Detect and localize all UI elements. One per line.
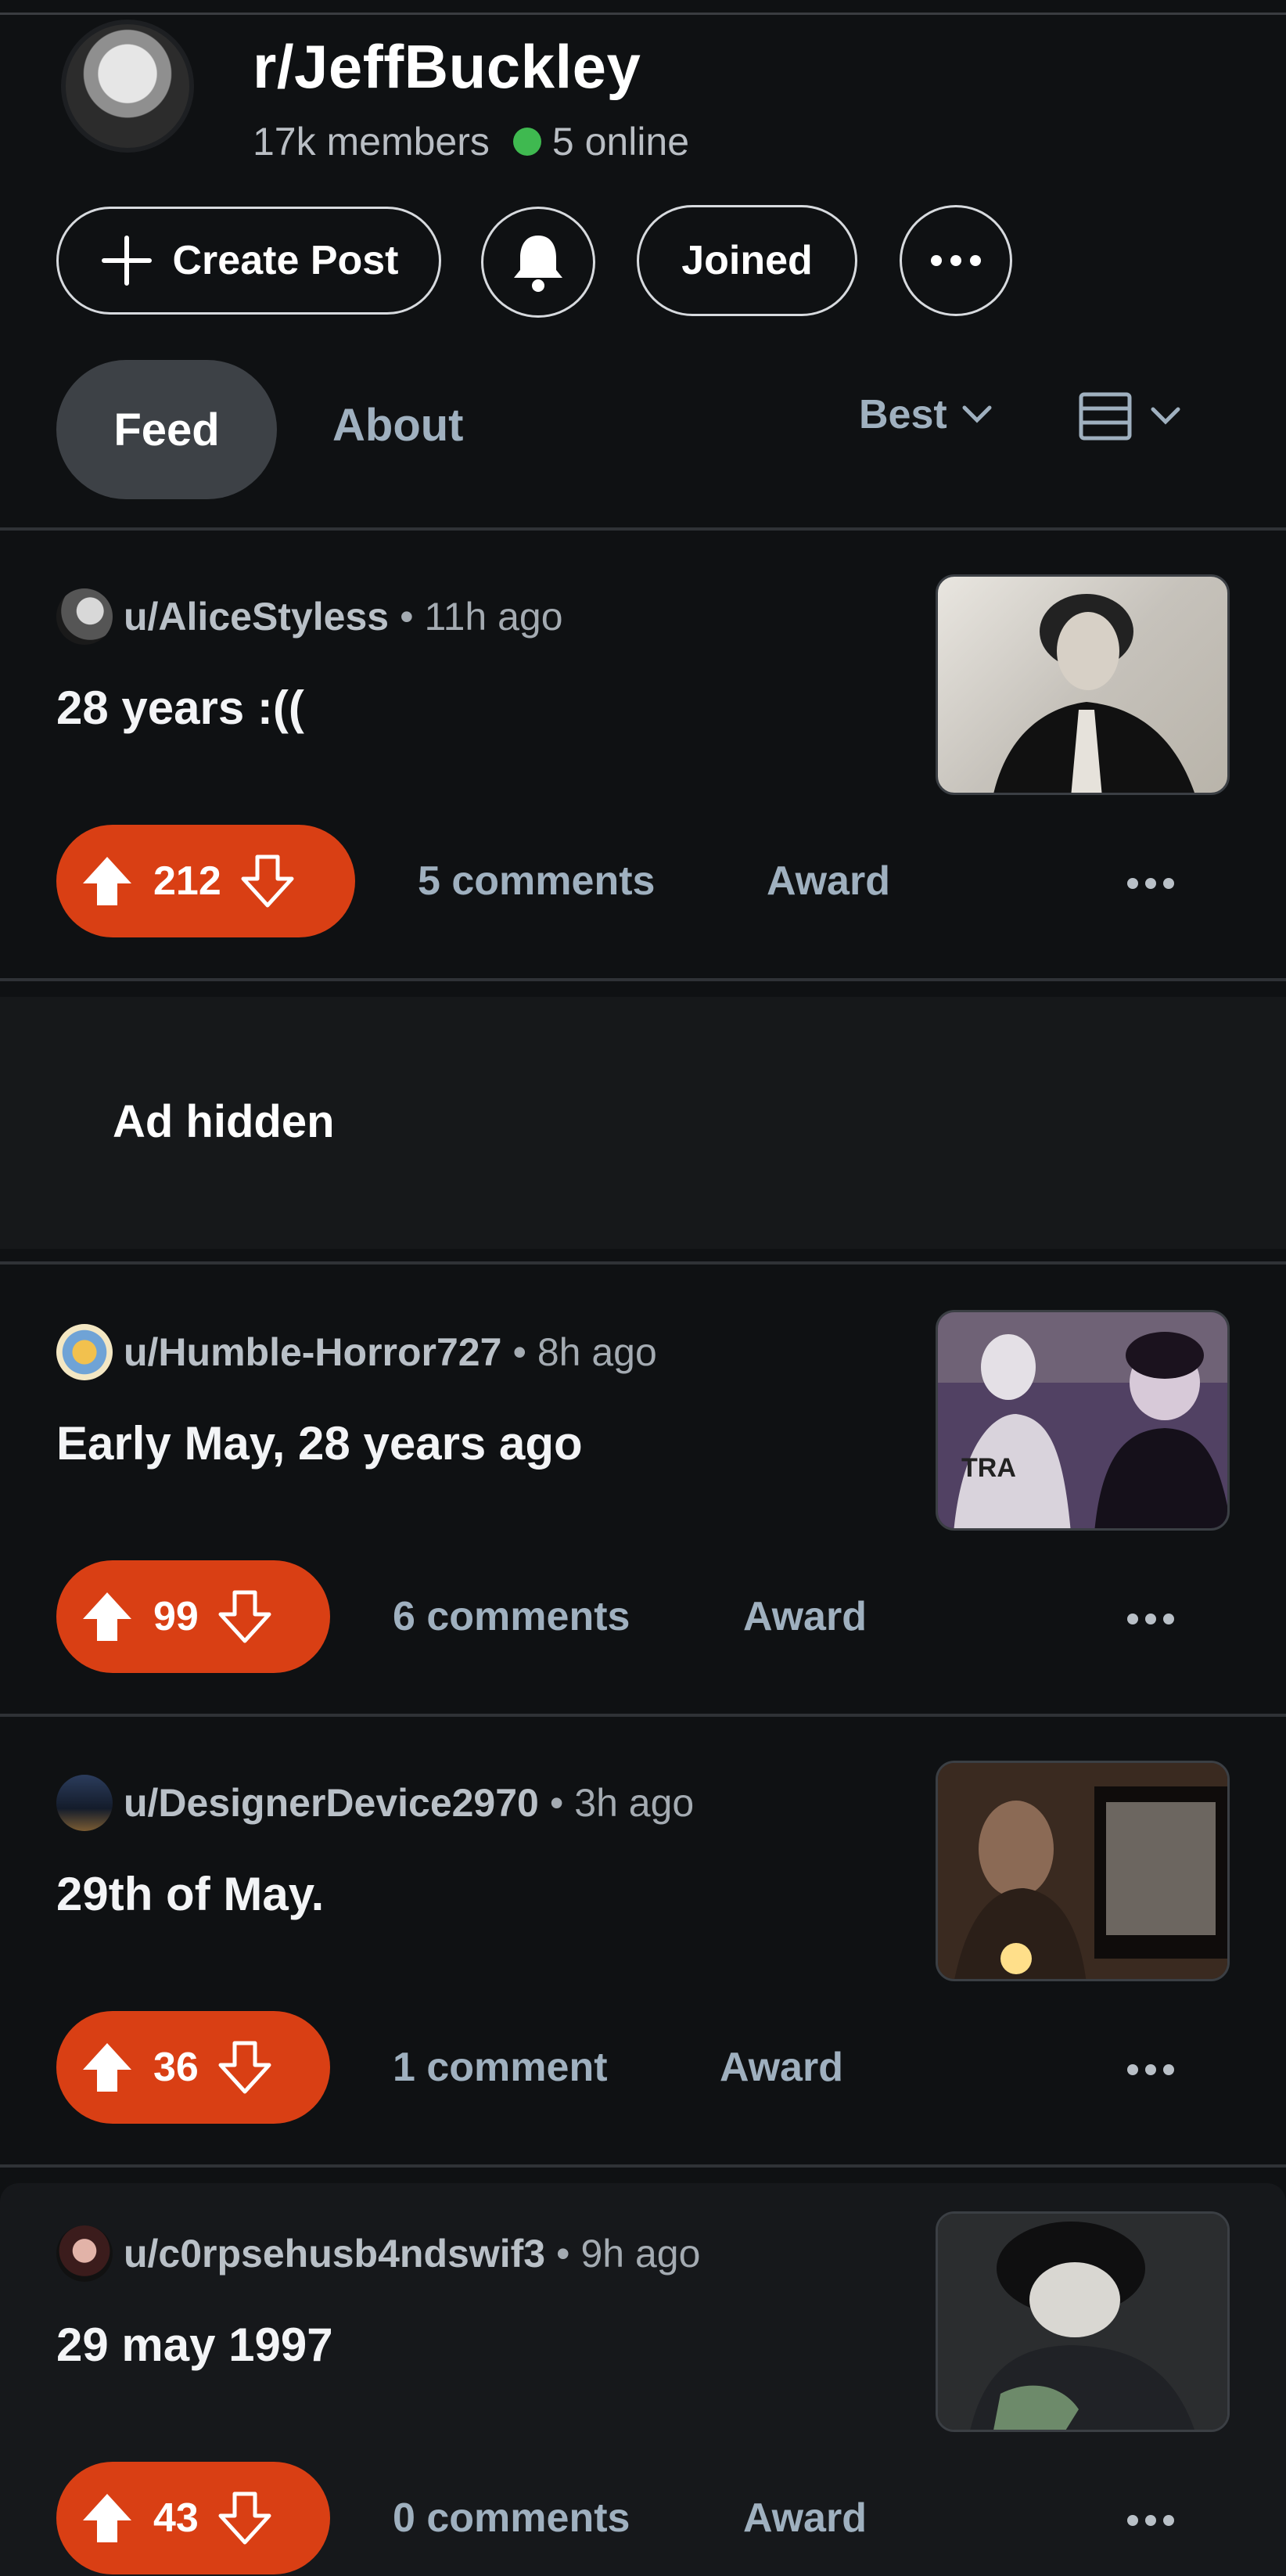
- subreddit-avatar[interactable]: [61, 20, 194, 153]
- ad-block: Ad hidden: [0, 997, 1286, 1249]
- more-dots-icon: [1127, 2515, 1174, 2526]
- create-post-label: Create Post: [172, 238, 399, 283]
- downvote-icon[interactable]: [217, 2040, 272, 2095]
- upvote-icon[interactable]: [80, 2040, 135, 2095]
- post-time: • 9h ago: [556, 2232, 701, 2276]
- online-dot-icon: [512, 128, 541, 156]
- post-thumbnail[interactable]: [936, 1761, 1230, 1981]
- post-title[interactable]: Early May, 28 years ago: [56, 1416, 583, 1470]
- chevron-down-icon: [1151, 407, 1180, 425]
- post-author[interactable]: u/DesignerDevice2970: [124, 1780, 539, 1826]
- post-author[interactable]: u/Humble-Horror727: [124, 1329, 501, 1375]
- comments-button[interactable]: 1 comment: [393, 2044, 608, 2091]
- post-author-row[interactable]: u/Humble-Horror727 • 8h ago: [56, 1324, 657, 1380]
- vote-count: 99: [153, 1594, 199, 1639]
- post-time: • 3h ago: [549, 1781, 695, 1825]
- subreddit-meta: 17k members 5 online: [253, 119, 689, 164]
- comments-button[interactable]: 0 comments: [393, 2495, 630, 2542]
- award-button[interactable]: Award: [767, 858, 890, 905]
- chevron-down-icon: [962, 405, 992, 423]
- comments-button[interactable]: 6 comments: [393, 1593, 630, 1640]
- award-button[interactable]: Award: [743, 2495, 867, 2542]
- more-dots-icon: [931, 255, 981, 266]
- post-divider: [0, 1261, 1286, 1265]
- post-title[interactable]: 28 years :((: [56, 681, 304, 735]
- post-divider: [0, 1714, 1286, 1717]
- more-dots-icon: [1127, 878, 1174, 889]
- joined-label: Joined: [681, 238, 813, 283]
- downvote-icon[interactable]: [240, 854, 295, 908]
- post-more-button[interactable]: [1126, 2485, 1175, 2539]
- post-divider: [0, 2164, 1286, 2168]
- photo-image: [938, 2214, 1227, 2430]
- user-avatar[interactable]: [56, 1775, 113, 1831]
- upvote-icon[interactable]: [80, 2491, 135, 2545]
- downvote-icon[interactable]: [217, 2491, 272, 2545]
- post-time: • 11h ago: [400, 595, 563, 639]
- post-title[interactable]: 29th of May.: [56, 1867, 324, 1921]
- header-divider: [0, 527, 1286, 531]
- vote-control[interactable]: 99: [56, 1560, 330, 1673]
- create-post-button[interactable]: Create Post: [56, 207, 441, 315]
- tab-about[interactable]: About: [332, 399, 464, 452]
- photo-image: [938, 1763, 1227, 1979]
- post-more-button[interactable]: [1126, 2035, 1175, 2089]
- ad-hidden-label: Ad hidden: [113, 1096, 335, 1147]
- online-count: 5 online: [551, 120, 690, 164]
- bell-icon: [514, 236, 562, 292]
- view-toggle[interactable]: [1078, 391, 1183, 441]
- member-count: 17k members: [253, 120, 490, 164]
- post-thumbnail[interactable]: [936, 574, 1230, 795]
- more-options-button[interactable]: [900, 205, 1012, 316]
- more-dots-icon: [1127, 2064, 1174, 2075]
- more-dots-icon: [1127, 1614, 1174, 1624]
- post-author[interactable]: u/AliceStyless: [124, 594, 389, 639]
- vote-control[interactable]: 43: [56, 2462, 330, 2574]
- vote-control[interactable]: 212: [56, 825, 355, 937]
- top-border: [0, 13, 1286, 15]
- award-button[interactable]: Award: [743, 1593, 867, 1640]
- vote-count: 43: [153, 2495, 199, 2541]
- downvote-icon[interactable]: [217, 1589, 272, 1644]
- post-author[interactable]: u/c0rpsehusb4ndswif3: [124, 2231, 545, 2276]
- upvote-icon[interactable]: [80, 854, 135, 908]
- post-thumbnail[interactable]: TRA: [936, 1310, 1230, 1531]
- comments-button[interactable]: 5 comments: [418, 858, 655, 905]
- photo-image: [993, 594, 1194, 793]
- photo-image: TRA: [938, 1312, 1227, 1528]
- vote-control[interactable]: 36: [56, 2011, 330, 2124]
- post-more-button[interactable]: [1126, 1584, 1175, 1638]
- user-avatar[interactable]: [56, 1324, 113, 1380]
- vote-count: 212: [153, 858, 221, 904]
- post-author-row[interactable]: u/AliceStyless • 11h ago: [56, 588, 563, 645]
- user-avatar[interactable]: [56, 2225, 113, 2282]
- post-thumbnail[interactable]: [936, 2211, 1230, 2432]
- notification-bell-button[interactable]: [481, 207, 595, 318]
- post-time: • 8h ago: [512, 1330, 657, 1374]
- svg-text:TRA: TRA: [961, 1453, 1016, 1483]
- post-author-row[interactable]: u/c0rpsehusb4ndswif3 • 9h ago: [56, 2225, 700, 2282]
- post-more-button[interactable]: [1126, 848, 1175, 902]
- tab-feed[interactable]: Feed: [56, 360, 277, 499]
- post-divider: [0, 978, 1286, 981]
- award-button[interactable]: Award: [720, 2044, 843, 2091]
- post-title[interactable]: 29 may 1997: [56, 2318, 333, 2372]
- plus-icon: [101, 236, 152, 286]
- subreddit-name: r/JeffBuckley: [253, 32, 641, 101]
- user-avatar[interactable]: [56, 588, 113, 645]
- sort-label: Best: [859, 392, 947, 437]
- joined-button[interactable]: Joined: [637, 205, 857, 316]
- vote-count: 36: [153, 2045, 199, 2090]
- upvote-icon[interactable]: [80, 1589, 135, 1644]
- post-author-row[interactable]: u/DesignerDevice2970 • 3h ago: [56, 1775, 694, 1831]
- sort-dropdown[interactable]: Best: [859, 391, 994, 438]
- card-view-icon: [1079, 392, 1132, 441]
